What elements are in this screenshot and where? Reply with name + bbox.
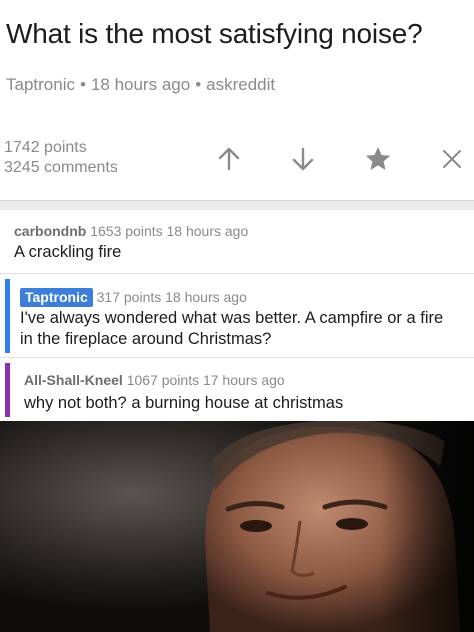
comment-score-time: 317 points 18 hours ago bbox=[96, 289, 247, 305]
upvote-button[interactable] bbox=[212, 142, 246, 176]
close-icon bbox=[443, 150, 461, 168]
thread-depth-bar bbox=[5, 363, 10, 417]
post-actions bbox=[0, 142, 474, 176]
comment-body: why not both? a burning house at christm… bbox=[24, 394, 344, 412]
comment-meta: carbondnb 1653 points 18 hours ago bbox=[14, 223, 248, 239]
comment-author[interactable]: All-Shall-Kneel bbox=[24, 372, 123, 388]
downvote-arrow-icon bbox=[292, 147, 314, 171]
smirking-man-image bbox=[0, 421, 474, 632]
comment[interactable]: carbondnb 1653 points 18 hours ago A cra… bbox=[0, 211, 474, 274]
comment[interactable]: Taptronic 317 points 18 hours ago I've a… bbox=[0, 275, 474, 358]
comment-meta: Taptronic 317 points 18 hours ago bbox=[20, 288, 247, 307]
post-time: 18 hours ago bbox=[90, 75, 191, 94]
post-author[interactable]: Taptronic bbox=[6, 75, 75, 94]
op-author-badge[interactable]: Taptronic bbox=[20, 288, 93, 307]
comment[interactable]: All-Shall-Kneel 1067 points 17 hours ago… bbox=[0, 359, 474, 421]
downvote-button[interactable] bbox=[286, 142, 320, 176]
comment-body: I've always wondered what was better. A … bbox=[20, 309, 444, 348]
post-meta: Taptronic • 18 hours ago • askreddit bbox=[6, 75, 276, 94]
post-title[interactable]: What is the most satisfying noise? bbox=[6, 18, 423, 50]
thread-depth-bar bbox=[5, 279, 10, 353]
post-subreddit[interactable]: askreddit bbox=[206, 75, 275, 94]
comment-score-time: 1653 points 18 hours ago bbox=[90, 223, 249, 239]
post-header: What is the most satisfying noise? Taptr… bbox=[0, 0, 474, 200]
upvote-arrow-icon bbox=[218, 147, 240, 171]
reaction-photo bbox=[0, 421, 474, 632]
star-icon bbox=[365, 147, 391, 170]
comment-score-time: 1067 points 17 hours ago bbox=[126, 372, 285, 388]
section-divider bbox=[0, 200, 474, 210]
comment-meta: All-Shall-Kneel 1067 points 17 hours ago bbox=[24, 372, 285, 388]
save-button[interactable] bbox=[361, 142, 395, 176]
comment-body: A crackling fire bbox=[14, 243, 122, 261]
hide-button[interactable] bbox=[435, 142, 469, 176]
comment-author[interactable]: carbondnb bbox=[14, 223, 86, 239]
